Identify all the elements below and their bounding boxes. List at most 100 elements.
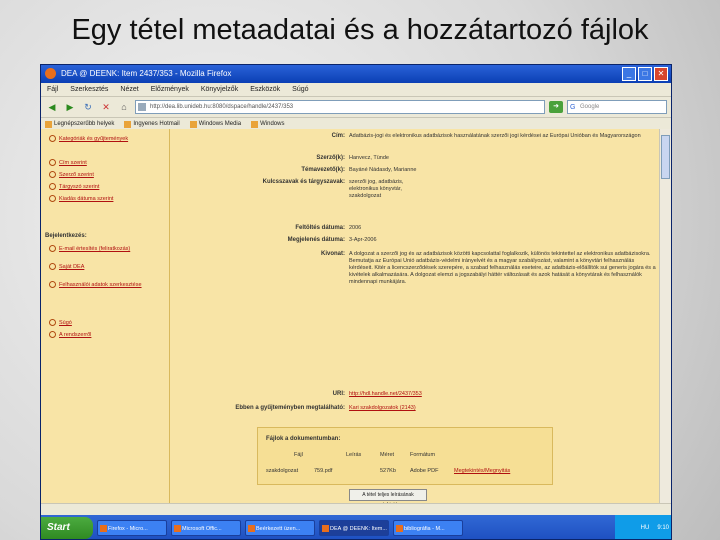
- bullet-icon: [49, 159, 56, 166]
- sidebar-item-by-subject[interactable]: Tárgyszó szerint: [49, 183, 159, 191]
- sidebar-item-by-date[interactable]: Kiadás dátuma szerint: [49, 195, 159, 203]
- bullet-icon: [49, 263, 56, 270]
- show-full-record-button[interactable]: A tétel teljes leírásának megtekintése: [349, 489, 427, 503]
- file-name: szakdolgozat: [266, 468, 299, 474]
- page-icon: [138, 103, 146, 111]
- slide-title: Egy tétel metaadatai és a hozzátartozó f…: [71, 14, 649, 46]
- menu-file[interactable]: Fájl: [47, 83, 58, 96]
- files-title: Fájlok a dokumentumban:: [266, 436, 341, 442]
- home-icon[interactable]: ⌂: [117, 100, 131, 114]
- bullet-icon: [49, 319, 56, 326]
- meta-label-upload-date: Feltöltés dátuma:: [295, 225, 345, 231]
- file-size: 527Kb: [380, 468, 396, 474]
- files-panel: Fájlok a dokumentumban: Fájl Leírás Mére…: [257, 427, 553, 485]
- stop-icon[interactable]: ✕: [99, 100, 113, 114]
- bookmark-icon: [251, 120, 259, 128]
- app-icon: [100, 525, 107, 532]
- sidebar-item-email-alert[interactable]: E-mail értesítés (feliratkozás): [49, 245, 159, 253]
- meta-label-uri: URI:: [332, 391, 345, 397]
- meta-value-upload-date: 2006: [349, 225, 362, 231]
- taskbar: Start Firefox - Micro... Microsoft Offic…: [41, 515, 671, 539]
- menu-tools[interactable]: Eszközök: [250, 83, 280, 96]
- meta-label-collection: Ebben a gyűjteményben megtalálható:: [235, 405, 345, 411]
- meta-label-title: Cím:: [331, 133, 345, 139]
- files-header-size: Méret: [380, 452, 395, 458]
- navigation-toolbar: ◀ ▶ ↻ ✕ ⌂ http://dea.lib.unideb.hu:8080/…: [41, 97, 671, 118]
- taskbar-item[interactable]: Microsoft Offic...: [171, 520, 241, 536]
- app-icon: [174, 525, 181, 532]
- taskbar-item[interactable]: Firefox - Micro...: [97, 520, 167, 536]
- minimize-button[interactable]: _: [622, 67, 636, 81]
- bookmark-icon: [45, 120, 52, 128]
- menu-history[interactable]: Előzmények: [151, 83, 189, 96]
- meta-value-abstract: A dolgozat a szerzői jog és az adatbázis…: [349, 251, 656, 285]
- search-input[interactable]: G Google: [567, 100, 667, 114]
- system-tray: HU 9:10: [615, 515, 671, 539]
- google-icon: G: [570, 104, 576, 111]
- sidebar-item-by-title[interactable]: Cím szerint: [49, 159, 159, 167]
- bookmark-icon: [189, 120, 197, 128]
- search-placeholder: Google: [580, 104, 600, 110]
- sidebar-item-my-dea[interactable]: Saját DEA: [49, 263, 159, 271]
- url-bar[interactable]: http://dea.lib.unideb.hu:8080/dspace/han…: [135, 100, 545, 114]
- collection-link[interactable]: Kari szakdolgozatok (2143): [349, 405, 659, 412]
- files-header-format: Formátum: [410, 452, 436, 458]
- sidebar-item-by-author[interactable]: Szerző szerint: [49, 171, 159, 179]
- meta-value-title: Adatbázis-jogi és elektronikus adatbázis…: [349, 133, 641, 139]
- browser-window: DEA @ DEENK: Item 2437/353 - Mozilla Fir…: [40, 64, 672, 540]
- files-header-description: Leírás: [346, 452, 362, 458]
- meta-value-keywords: szerzői jog, adatbázis, elektronikus kön…: [349, 179, 404, 199]
- sidebar-item-categories[interactable]: Kategóriák és gyűjtemények: [49, 135, 159, 143]
- file-format: Adobe PDF: [410, 468, 439, 474]
- bullet-icon: [49, 245, 56, 252]
- taskbar-item[interactable]: Beérkezett üzen...: [245, 520, 315, 536]
- file-description: 759.pdf: [314, 468, 333, 474]
- sidebar-item-about[interactable]: A rendszerről: [49, 331, 159, 339]
- close-button[interactable]: ✕: [654, 67, 668, 81]
- file-open-link[interactable]: Megtekintés/Megnyitás: [454, 468, 510, 474]
- app-icon: [322, 525, 329, 532]
- bullet-icon: [49, 171, 56, 178]
- meta-label-keywords: Kulcsszavak és tárgyszavak:: [262, 179, 345, 185]
- forward-arrow-icon[interactable]: ▶: [63, 100, 77, 114]
- menu-bar: Fájl Szerkesztés Nézet Előzmények Könyvj…: [41, 83, 671, 97]
- firefox-icon: [45, 68, 56, 79]
- page-content: Kategóriák és gyűjtemények Cím szerint S…: [41, 129, 661, 503]
- bullet-icon: [49, 135, 56, 142]
- window-title: DEA @ DEENK: Item 2437/353 - Mozilla Fir…: [61, 69, 232, 78]
- reload-icon[interactable]: ↻: [81, 100, 95, 114]
- meta-label-abstract: Kivonat:: [321, 251, 345, 257]
- go-button[interactable]: ➜: [549, 101, 563, 113]
- start-button[interactable]: Start: [41, 517, 93, 539]
- uri-link[interactable]: http://hdl.handle.net/2437/353: [349, 391, 659, 398]
- sidebar-item-help[interactable]: Súgó: [49, 319, 159, 327]
- meta-label-advisor: Témavezető(k):: [301, 167, 345, 173]
- app-icon: [248, 525, 255, 532]
- menu-edit[interactable]: Szerkesztés: [70, 83, 108, 96]
- meta-value-issue-date: 3-Apr-2006: [349, 237, 377, 243]
- meta-value-advisor: Bayáné Nádasdy, Marianne: [349, 167, 417, 173]
- sidebar: Kategóriák és gyűjtemények Cím szerint S…: [41, 129, 170, 503]
- sidebar-section-title: Bejelentkezés:: [45, 233, 87, 239]
- sidebar-item-profile[interactable]: Felhasználói adatok szerkesztése: [49, 281, 159, 289]
- meta-value-author: Hanvecz, Tünde: [349, 155, 389, 161]
- bullet-icon: [49, 183, 56, 190]
- bookmark-icon: [124, 120, 132, 128]
- bullet-icon: [49, 281, 56, 288]
- taskbar-item[interactable]: bibliográfia - M...: [393, 520, 463, 536]
- bullet-icon: [49, 195, 56, 202]
- maximize-button[interactable]: □: [638, 67, 652, 81]
- meta-label-issue-date: Megjelenés dátuma:: [287, 237, 345, 243]
- menu-help[interactable]: Súgó: [292, 83, 308, 96]
- meta-label-author: Szerző(k):: [316, 155, 345, 161]
- taskbar-item-active[interactable]: DEA @ DEENK: Item...: [319, 520, 389, 536]
- window-titlebar[interactable]: DEA @ DEENK: Item 2437/353 - Mozilla Fir…: [41, 65, 671, 83]
- back-arrow-icon[interactable]: ◀: [45, 100, 59, 114]
- clock: 9:10: [657, 525, 669, 531]
- menu-bookmarks[interactable]: Könyvjelzők: [201, 83, 238, 96]
- scrollbar-thumb[interactable]: [661, 135, 670, 179]
- files-header-file: Fájl: [294, 452, 303, 458]
- language-indicator[interactable]: HU: [641, 525, 650, 531]
- menu-view[interactable]: Nézet: [120, 83, 138, 96]
- vertical-scrollbar[interactable]: [659, 129, 671, 503]
